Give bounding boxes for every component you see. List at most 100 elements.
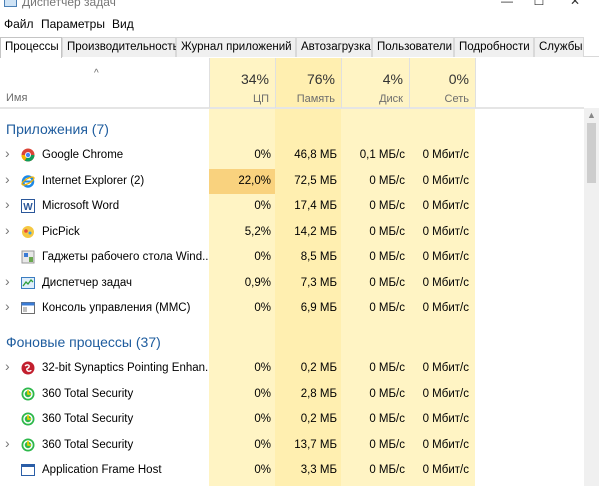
360-security-icon [21,438,35,452]
task-manager-icon [21,276,35,290]
task-manager-icon [4,0,17,7]
group-title-background: Фоновые процессы (37) [6,334,161,350]
tab-startup[interactable]: Автозагрузка [296,37,372,57]
tab-services[interactable]: Службы [534,37,584,57]
memory-column-header[interactable]: Память [275,93,335,105]
chevron-right-icon[interactable]: › [5,435,10,451]
process-row[interactable]: Application Frame Host 0% 3,3 МБ 0 МБ/с 0 Мб… [0,458,584,483]
memory-cell: 8,5 МБ [300,251,337,263]
name-column-header[interactable]: Имя [6,92,27,104]
network-cell: 0 Мбит/с [422,174,469,187]
network-cell: 0 Мбит/с [422,200,469,212]
chrome-icon [21,148,35,162]
process-name: Microsoft Word [42,200,120,212]
process-row[interactable]: 360 Total Security 0% 0,2 МБ 0 МБ/с 0 Мбит/с [0,407,584,432]
tab-processes[interactable]: Процессы [0,37,62,58]
network-cell: 0 Мбит/с [422,438,469,451]
360-security-icon [21,412,35,426]
network-cell: 0 Мбит/с [422,225,469,238]
chevron-right-icon[interactable]: › [5,273,10,289]
memory-cell: 13,7 МБ [294,438,337,451]
360-security-icon [21,387,35,401]
memory-cell: 0,2 МБ [300,362,337,374]
cpu-cell: 0% [254,149,271,161]
disk-total: 4% [382,71,403,87]
network-cell: 0 Мбит/с [422,464,469,476]
group-title-apps: Приложения (7) [6,121,109,137]
process-row[interactable]: › W Microsoft Word 0% 17,4 МБ 0 МБ/с 0 Мбит/с [0,194,584,219]
cpu-cell: 22,0% [238,174,271,187]
process-row[interactable]: › 360 Total Security 0% 13,7 МБ 0 МБ/с 0 Мбит… [0,433,584,458]
process-row[interactable]: › Диспетчер задач 0,9% 7,3 МБ 0 МБ/с 0 Мбит/с [0,271,584,296]
cpu-cell: 0% [254,251,271,263]
network-cell: 0 Мбит/с [422,251,469,263]
word-icon: W [21,199,35,213]
process-name: Internet Explorer (2) [42,174,145,187]
network-total: 0% [448,71,469,87]
menu-options[interactable]: Параметры [41,17,105,31]
disk-cell: 0,1 МБ/с [359,149,405,161]
disk-cell: 0 МБ/с [369,438,405,451]
window-title: Диспетчер задач [22,0,116,9]
scroll-up-icon[interactable]: ▲ [587,110,596,120]
memory-cell: 17,4 МБ [294,200,337,212]
tab-bar: Процессы Производительность Журнал прило… [0,37,599,58]
process-name: Google Chrome [42,149,124,161]
close-button[interactable]: ✕ [560,0,590,8]
chevron-right-icon[interactable]: › [5,196,10,212]
cpu-total: 34% [240,71,269,87]
chevron-right-icon[interactable]: › [5,298,10,314]
network-cell: 0 Мбит/с [422,387,469,400]
cpu-cell: 0% [254,438,271,451]
disk-cell: 0 МБ/с [369,251,405,263]
network-column-header[interactable]: Сеть [409,93,469,105]
cpu-cell: 0% [254,387,271,400]
chevron-right-icon[interactable]: › [5,222,10,238]
disk-cell: 0 МБ/с [369,413,405,425]
chevron-right-icon[interactable]: › [5,358,10,374]
network-cell: 0 Мбит/с [422,302,469,314]
process-row[interactable]: Гаджеты рабочего стола Wind... 0% 8,5 МБ 0 … [0,245,584,270]
network-cell: 0 Мбит/с [422,276,469,289]
tab-users[interactable]: Пользователи [372,37,454,57]
process-name: Application Frame Host [42,464,162,476]
process-row[interactable]: 360 Total Security 0% 2,8 МБ 0 МБ/с 0 Мбит/с [0,382,584,407]
cpu-cell: 0% [254,464,271,476]
cpu-cell: 0% [254,302,271,314]
disk-cell: 0 МБ/с [369,302,405,314]
memory-cell: 7,3 МБ [300,276,337,289]
process-name: 360 Total Security [42,387,134,400]
chevron-right-icon[interactable]: › [5,145,10,161]
tab-app-history[interactable]: Журнал приложений [176,37,296,57]
process-row[interactable]: › 32-bit Synaptics Pointing Enhan... 0% 0,2… [0,356,584,381]
mmc-icon [21,301,35,315]
process-row[interactable]: › Консоль управления (MMC) 0% 6,9 МБ 0 МБ/с 0… [0,296,584,321]
chevron-right-icon[interactable]: › [5,171,10,187]
process-row[interactable]: › Internet Explorer (2) 22,0% 72,5 МБ 0 МБ/с… [0,168,584,194]
process-name: 32-bit Synaptics Pointing Enhan... [42,362,208,374]
sort-up-icon: ^ [94,68,99,79]
memory-cell: 14,2 МБ [294,225,337,238]
menu-file[interactable]: Файл [4,17,34,31]
memory-cell: 72,5 МБ [294,174,337,187]
cpu-cell: 5,2% [244,225,271,238]
minimize-button[interactable]: — [492,0,522,8]
ie-icon [21,174,35,188]
network-cell: 0 Мбит/с [422,149,469,161]
scroll-thumb[interactable] [587,123,596,183]
process-row[interactable]: › Google Chrome 0% 46,8 МБ 0,1 МБ/с 0 Мбит/с [0,143,584,168]
disk-column-header[interactable]: Диск [341,93,403,105]
tab-performance[interactable]: Производительность [62,37,179,57]
process-name: Консоль управления (MMC) [42,302,191,314]
column-separator [475,58,476,108]
process-row[interactable]: › PicPick 5,2% 14,2 МБ 0 МБ/с 0 Мбит/с [0,220,584,245]
tab-details[interactable]: Подробности [454,37,534,57]
picpick-icon [21,225,35,239]
vertical-scrollbar[interactable]: ▲ [584,108,599,486]
menu-view[interactable]: Вид [112,17,134,31]
memory-cell: 3,3 МБ [300,464,337,476]
process-name: Гаджеты рабочего стола Wind... [42,251,208,263]
network-cell: 0 Мбит/с [422,362,469,374]
maximize-button[interactable]: ☐ [524,0,554,8]
cpu-column-header[interactable]: ЦП [209,93,269,105]
